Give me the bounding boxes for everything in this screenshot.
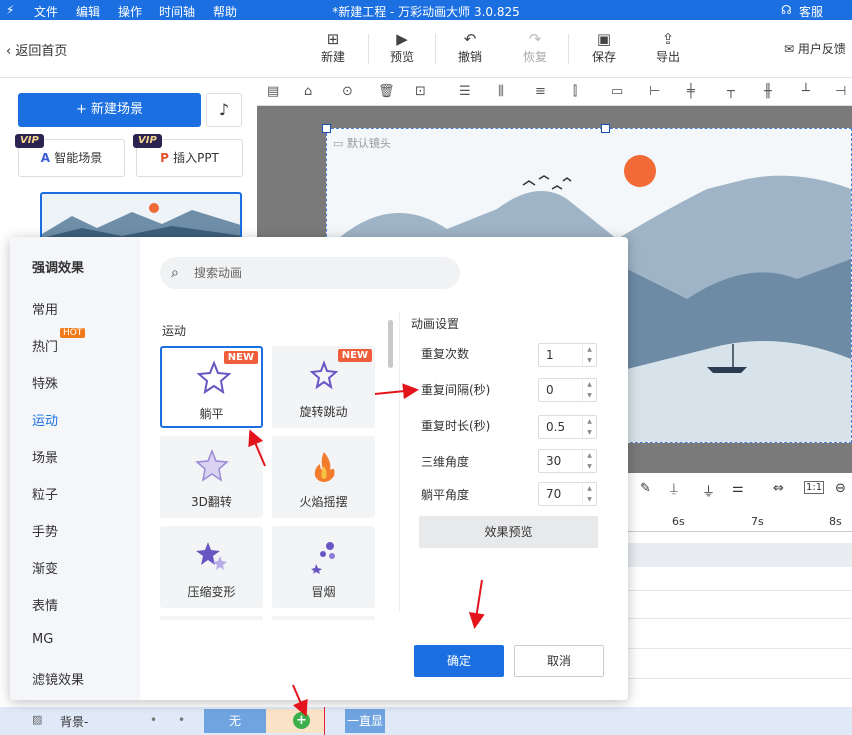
- annotation-arrows: [248, 383, 485, 717]
- arrow-to-confirm: [468, 579, 485, 629]
- arrow-to-card: [248, 429, 266, 467]
- arrow-to-interval: [374, 383, 419, 400]
- arrow-to-add: [292, 684, 308, 717]
